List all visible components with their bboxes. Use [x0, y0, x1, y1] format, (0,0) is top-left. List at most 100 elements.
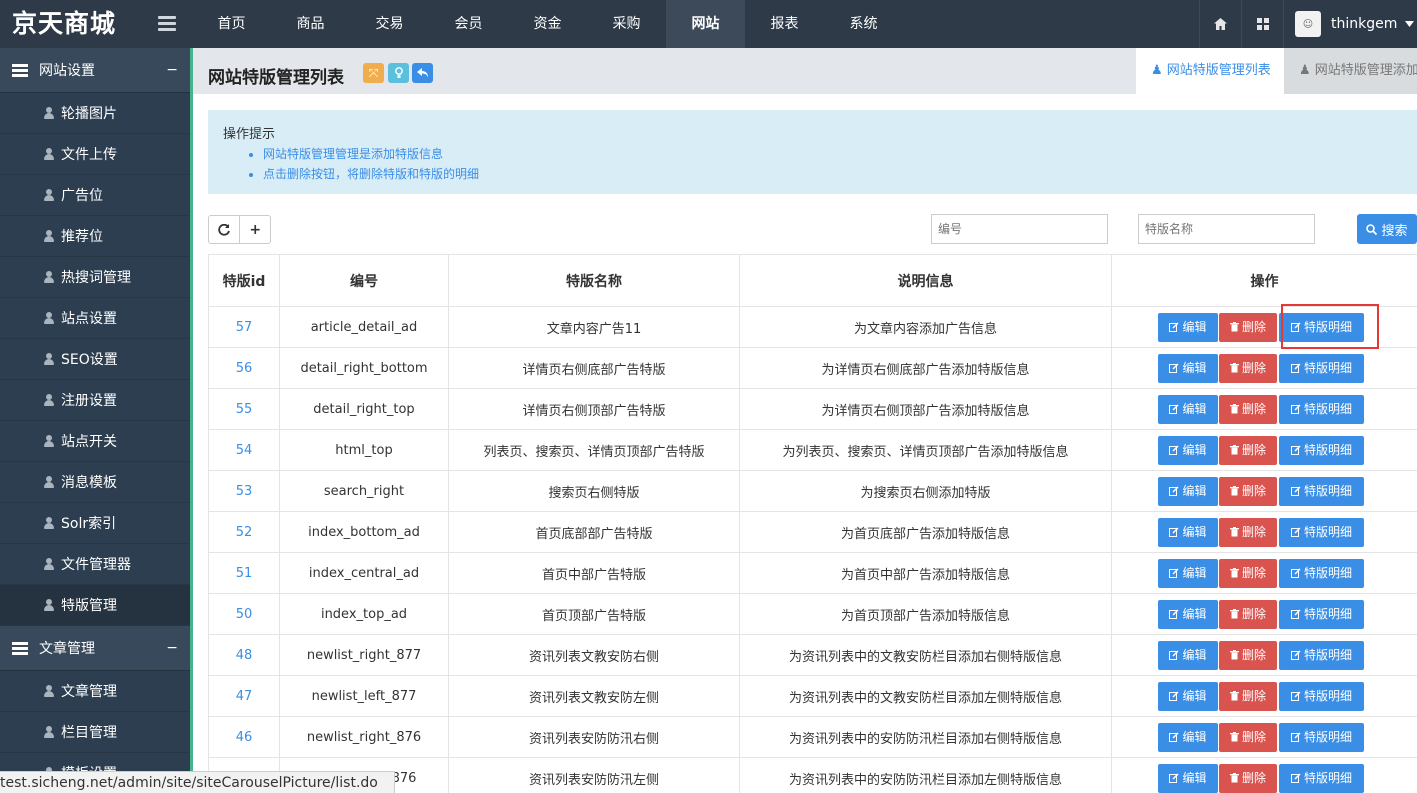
detail-button[interactable]: 特版明细: [1279, 435, 1364, 465]
sidebar-item-hot-search[interactable]: 热搜词管理: [0, 257, 190, 298]
detail-button[interactable]: 特版明细: [1279, 763, 1364, 793]
edit-button[interactable]: 编辑: [1158, 599, 1218, 629]
delete-button[interactable]: 删除: [1219, 722, 1277, 752]
user-menu[interactable]: ☺ thinkgem: [1283, 0, 1417, 48]
sidebar-item-label: 推荐位: [61, 229, 103, 245]
detail-button[interactable]: 特版明细: [1279, 476, 1364, 506]
sidebar-item-message-template[interactable]: 消息模板: [0, 462, 190, 503]
edit-icon: [1169, 444, 1180, 455]
tab-add[interactable]: ♟ 网站特版管理添加: [1284, 48, 1417, 94]
delete-button[interactable]: 删除: [1219, 558, 1277, 588]
delete-button[interactable]: 删除: [1219, 394, 1277, 424]
menu-toggle-icon[interactable]: [158, 16, 176, 32]
cell-name: 详情页右侧顶部广告特版: [448, 388, 740, 430]
nav-item-home[interactable]: 首页: [192, 0, 271, 48]
col-header-id[interactable]: 特版id: [208, 254, 280, 307]
col-header-name[interactable]: 特版名称: [448, 254, 740, 307]
sidebar-item-register[interactable]: 注册设置: [0, 380, 190, 421]
nav-item-member[interactable]: 会员: [429, 0, 508, 48]
nav-item-system[interactable]: 系统: [824, 0, 903, 48]
nav-item-funds[interactable]: 资金: [508, 0, 587, 48]
edit-button[interactable]: 编辑: [1158, 394, 1218, 424]
detail-button[interactable]: 特版明细: [1279, 640, 1364, 670]
back-icon[interactable]: [412, 63, 433, 83]
collapse-icon[interactable]: −: [166, 640, 178, 656]
detail-button[interactable]: 特版明细: [1279, 517, 1364, 547]
sidebar-item-label: Solr索引: [61, 516, 117, 532]
sidebar-item-label: SEO设置: [61, 352, 118, 368]
detail-button[interactable]: 特版明细: [1279, 353, 1364, 383]
edit-button[interactable]: 编辑: [1158, 353, 1218, 383]
sidebar-item-special-board[interactable]: 特版管理: [0, 585, 190, 626]
nav-item-trade[interactable]: 交易: [350, 0, 429, 48]
col-header-desc[interactable]: 说明信息: [739, 254, 1112, 307]
user-icon: [44, 312, 54, 324]
edit-button[interactable]: 编辑: [1158, 558, 1218, 588]
sidebar-item-carousel[interactable]: 轮播图片: [0, 93, 190, 134]
nav-item-goods[interactable]: 商品: [271, 0, 350, 48]
name-search-input[interactable]: [1138, 214, 1315, 244]
brand-logo[interactable]: 京天商城: [0, 0, 150, 48]
code-search-input[interactable]: [931, 214, 1108, 244]
delete-button[interactable]: 删除: [1219, 312, 1277, 342]
detail-button[interactable]: 特版明细: [1279, 394, 1364, 424]
sidebar-item-recommend[interactable]: 推荐位: [0, 216, 190, 257]
delete-button[interactable]: 删除: [1219, 353, 1277, 383]
edit-label: 编辑: [1182, 483, 1207, 498]
cell-actions: 编辑 删除 特版明细: [1111, 675, 1417, 717]
search-button[interactable]: 搜索: [1357, 214, 1417, 244]
delete-label: 删除: [1241, 606, 1266, 621]
edit-icon: [1169, 649, 1180, 660]
sidebar-item-site-switch[interactable]: 站点开关: [0, 421, 190, 462]
sidebar-item-file-upload[interactable]: 文件上传: [0, 134, 190, 175]
detail-button[interactable]: 特版明细: [1279, 558, 1364, 588]
sidebar-section-article[interactable]: 文章管理 −: [0, 626, 190, 671]
delete-button[interactable]: 删除: [1219, 681, 1277, 711]
detail-button[interactable]: 特版明细: [1279, 312, 1364, 342]
detail-button[interactable]: 特版明细: [1279, 599, 1364, 629]
sidebar-item-file-manager[interactable]: 文件管理器: [0, 544, 190, 585]
sidebar-item-site-settings[interactable]: 站点设置: [0, 298, 190, 339]
cell-id: 46: [208, 716, 280, 758]
sidebar-item-solr[interactable]: Solr索引: [0, 503, 190, 544]
nav-item-purchase[interactable]: 采购: [587, 0, 666, 48]
edit-button[interactable]: 编辑: [1158, 312, 1218, 342]
sidebar-item-seo[interactable]: SEO设置: [0, 339, 190, 380]
edit-button[interactable]: 编辑: [1158, 640, 1218, 670]
cell-name: 资讯列表文教安防右侧: [448, 634, 740, 676]
delete-button[interactable]: 删除: [1219, 435, 1277, 465]
nav-item-report[interactable]: 报表: [745, 0, 824, 48]
sidebar-item-article-manage[interactable]: 文章管理: [0, 671, 190, 712]
cell-name: 资讯列表安防防汛左侧: [448, 757, 740, 793]
lightbulb-icon[interactable]: [388, 63, 409, 83]
nav-item-website[interactable]: 网站: [666, 0, 745, 48]
detail-button[interactable]: 特版明细: [1279, 681, 1364, 711]
delete-button[interactable]: 删除: [1219, 763, 1277, 793]
edit-button[interactable]: 编辑: [1158, 476, 1218, 506]
tab-list[interactable]: ♟ 网站特版管理列表: [1136, 48, 1284, 94]
delete-button[interactable]: 删除: [1219, 599, 1277, 629]
refresh-icon[interactable]: [209, 216, 239, 243]
edit-button[interactable]: 编辑: [1158, 722, 1218, 752]
sidebar-item-category[interactable]: 栏目管理: [0, 712, 190, 753]
special-board-table: 特版id 编号 特版名称 说明信息 操作 57 article_detail_ad…: [208, 254, 1417, 793]
delete-button[interactable]: 删除: [1219, 640, 1277, 670]
fullscreen-icon[interactable]: ⤧: [363, 63, 384, 83]
edit-button[interactable]: 编辑: [1158, 517, 1218, 547]
collapse-icon[interactable]: −: [166, 62, 178, 78]
sidebar-item-label: 特版管理: [61, 598, 117, 614]
edit-button[interactable]: 编辑: [1158, 435, 1218, 465]
sidebar-section-website-settings[interactable]: 网站设置 −: [0, 48, 190, 93]
detail-button[interactable]: 特版明细: [1279, 722, 1364, 752]
edit-button[interactable]: 编辑: [1158, 681, 1218, 711]
cell-name: 首页底部部广告特版: [448, 511, 740, 553]
delete-button[interactable]: 删除: [1219, 476, 1277, 506]
home-icon[interactable]: [1199, 0, 1241, 48]
sidebar-item-ad-slot[interactable]: 广告位: [0, 175, 190, 216]
col-header-code[interactable]: 编号: [279, 254, 449, 307]
grid-icon[interactable]: [1241, 0, 1283, 48]
delete-button[interactable]: 删除: [1219, 517, 1277, 547]
add-icon[interactable]: +: [239, 216, 270, 243]
cell-desc: 为资讯列表中的文教安防栏目添加右侧特版信息: [739, 634, 1112, 676]
edit-button[interactable]: 编辑: [1158, 763, 1218, 793]
